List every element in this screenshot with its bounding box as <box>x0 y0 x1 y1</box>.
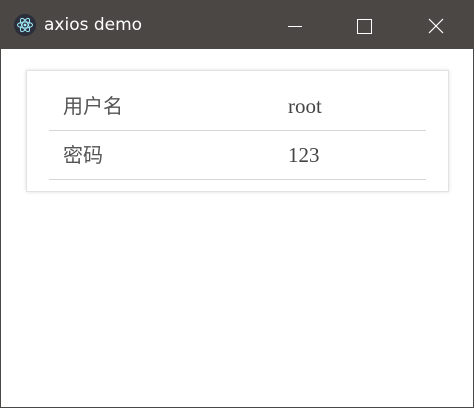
window-title: axios demo <box>44 15 143 35</box>
maximize-icon <box>357 19 372 34</box>
window-content: 用户名 root 密码 123 <box>1 49 473 407</box>
app-window: axios demo 用户名 root 密码 123 <box>0 0 474 408</box>
password-label: 密码 <box>63 143 103 167</box>
close-button[interactable] <box>400 1 473 49</box>
table-row: 密码 123 <box>49 131 426 180</box>
credentials-table: 用户名 root 密码 123 <box>26 70 449 192</box>
password-value: 123 <box>288 143 320 167</box>
close-icon <box>428 18 444 34</box>
minimize-icon <box>288 26 302 27</box>
table-row: 用户名 root <box>49 82 426 131</box>
username-label: 用户名 <box>63 94 123 118</box>
username-value: root <box>288 94 322 118</box>
maximize-button[interactable] <box>330 1 400 49</box>
electron-app-icon <box>14 14 36 36</box>
title-bar[interactable]: axios demo <box>1 1 473 49</box>
minimize-button[interactable] <box>260 1 330 49</box>
